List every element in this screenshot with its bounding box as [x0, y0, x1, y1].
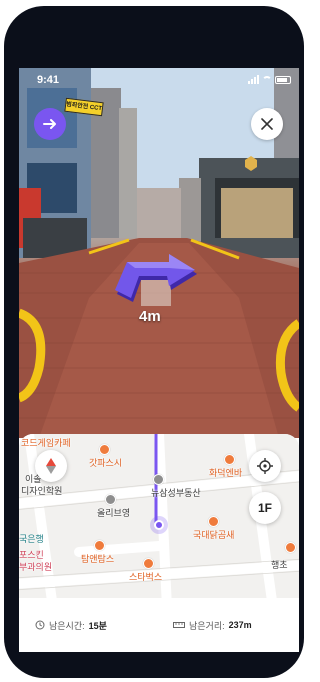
- poi-label: 국대닭곰새: [193, 530, 235, 540]
- poi-marker: [224, 454, 235, 465]
- signal-icon: [248, 75, 259, 84]
- locate-me-button[interactable]: [249, 450, 281, 482]
- poi-marker: [208, 516, 219, 527]
- poi-marker: [153, 474, 164, 485]
- poi-label: 행초: [271, 560, 288, 570]
- poi-marker: [105, 494, 116, 505]
- status-icons: [248, 75, 291, 84]
- clock-icon: [35, 620, 45, 630]
- remaining-distance-value: 237m: [228, 620, 252, 630]
- poi-label: 디자인학원: [21, 486, 63, 496]
- wifi-icon: [262, 76, 272, 84]
- close-icon: [261, 118, 273, 130]
- poi-label: 갓파스시: [89, 458, 123, 468]
- poi-marker: [143, 558, 154, 569]
- remaining-time-label: 남은시간:: [49, 620, 85, 631]
- battery-icon: [275, 76, 291, 84]
- poi-marker: [285, 542, 296, 553]
- poi-label: 탐앤탐스: [81, 554, 115, 564]
- mini-map[interactable]: 코드게임카페 갓파스시 이솔 디자인학원 올리브영 뉴삼성부동산 화덕엔바 국은…: [19, 434, 299, 652]
- current-location-marker: [150, 516, 168, 534]
- remaining-distance: 남은거리: 237m: [173, 619, 252, 632]
- remaining-time-value: 15분: [88, 620, 107, 631]
- ruler-icon: [173, 622, 185, 628]
- poi-label: 올리브영: [97, 508, 131, 518]
- poi-marker: [94, 540, 105, 551]
- navigation-mode-button[interactable]: [34, 108, 66, 140]
- turn-right-arrow-icon: [115, 254, 197, 302]
- floor-button[interactable]: 1F: [249, 492, 281, 524]
- crosshair-icon: [257, 458, 273, 474]
- close-button[interactable]: [251, 108, 283, 140]
- distance-label: 4m: [139, 308, 161, 325]
- remaining-time: 남은시간: 15분: [35, 619, 173, 632]
- poi-label: 스타벅스: [129, 572, 163, 582]
- poi-label: 포스킨: [19, 550, 44, 560]
- camera-view: 9:41 범죄안전 CCTV 4m: [19, 68, 299, 438]
- compass-icon: [46, 458, 56, 474]
- arrow-right-icon: [43, 119, 56, 129]
- poi-label: 화덕엔바: [209, 468, 243, 478]
- poi-label: 코드게임카페: [21, 438, 71, 448]
- ar-navigation-screen: 9:41 범죄안전 CCTV 4m 코드게임카페 갓파스시 이솔 디자인학원 올…: [19, 68, 299, 652]
- route-info-bar: 남은시간: 15분 남은거리: 237m: [19, 598, 299, 652]
- status-time: 9:41: [37, 74, 60, 86]
- poi-label: 뉴삼성부동산: [151, 488, 201, 498]
- compass-button[interactable]: [35, 450, 67, 482]
- poi-marker: [99, 444, 110, 455]
- status-bar: 9:41: [19, 68, 299, 90]
- poi-label: 국은행: [19, 534, 44, 544]
- remaining-distance-label: 남은거리:: [189, 620, 225, 631]
- poi-label: 부과의원: [19, 562, 53, 572]
